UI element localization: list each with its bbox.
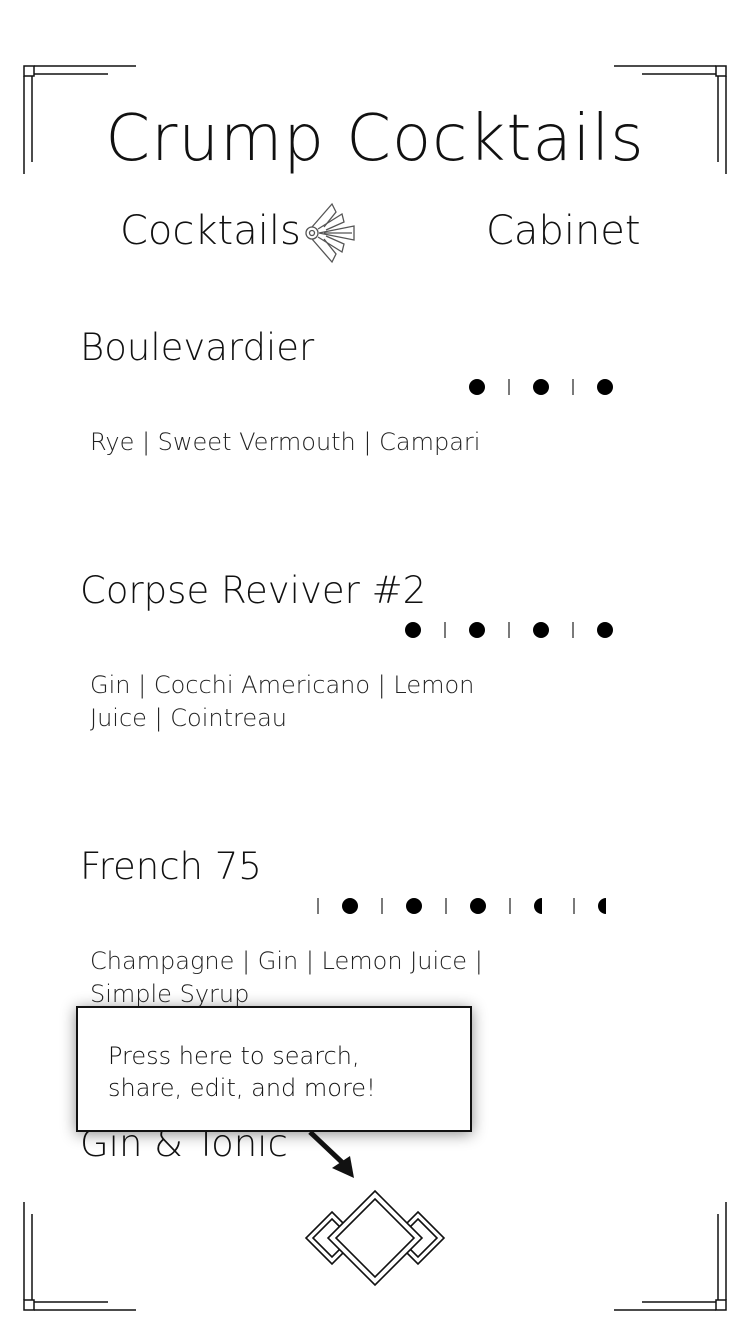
corner-ornament-bottom-right xyxy=(614,1202,727,1311)
drink-ingredients: Champagne | Gin | Lemon Juice | Simple S… xyxy=(90,947,483,1008)
drink-ingredients: Rye | Sweet Vermouth | Campari xyxy=(90,428,481,456)
tab-cabinet[interactable]: Cabinet xyxy=(486,208,641,254)
corner-ornament-bottom-left xyxy=(23,1202,136,1311)
strength-rating xyxy=(405,622,613,638)
strength-rating xyxy=(469,379,613,395)
hint-tooltip: Press here to search, share, edit, and m… xyxy=(76,1006,472,1132)
tab-cocktails[interactable]: Cocktails xyxy=(120,208,301,254)
strength-dot-full xyxy=(597,622,613,638)
strength-dot-half xyxy=(598,898,606,914)
hint-tooltip-text: Press here to search, share, edit, and m… xyxy=(108,1042,376,1102)
strength-dot-full xyxy=(597,379,613,395)
strength-dot-full xyxy=(533,379,549,395)
drink-name-french-75[interactable]: French 75 xyxy=(80,845,262,888)
strength-dot-full xyxy=(405,622,421,638)
strength-dot-full xyxy=(533,622,549,638)
strength-dot-half xyxy=(534,898,542,914)
art-deco-diamond-icon[interactable] xyxy=(302,1188,448,1288)
drink-name-corpse-reviver[interactable]: Corpse Reviver #2 xyxy=(80,569,426,612)
strength-dot-full xyxy=(342,898,358,914)
strength-dot-full xyxy=(470,898,486,914)
drink-name-boulevardier[interactable]: Boulevardier xyxy=(80,326,314,369)
arrow-down-right-icon xyxy=(308,1130,354,1178)
drink-ingredients: Gin | Cocchi Americano | Lemon Juice | C… xyxy=(90,671,475,732)
strength-dot-full xyxy=(469,379,485,395)
strength-dot-full xyxy=(469,622,485,638)
art-deco-fan-icon xyxy=(305,202,355,264)
strength-dot-full xyxy=(406,898,422,914)
strength-rating xyxy=(317,898,606,914)
app-title: Crump Cocktails xyxy=(105,102,645,176)
